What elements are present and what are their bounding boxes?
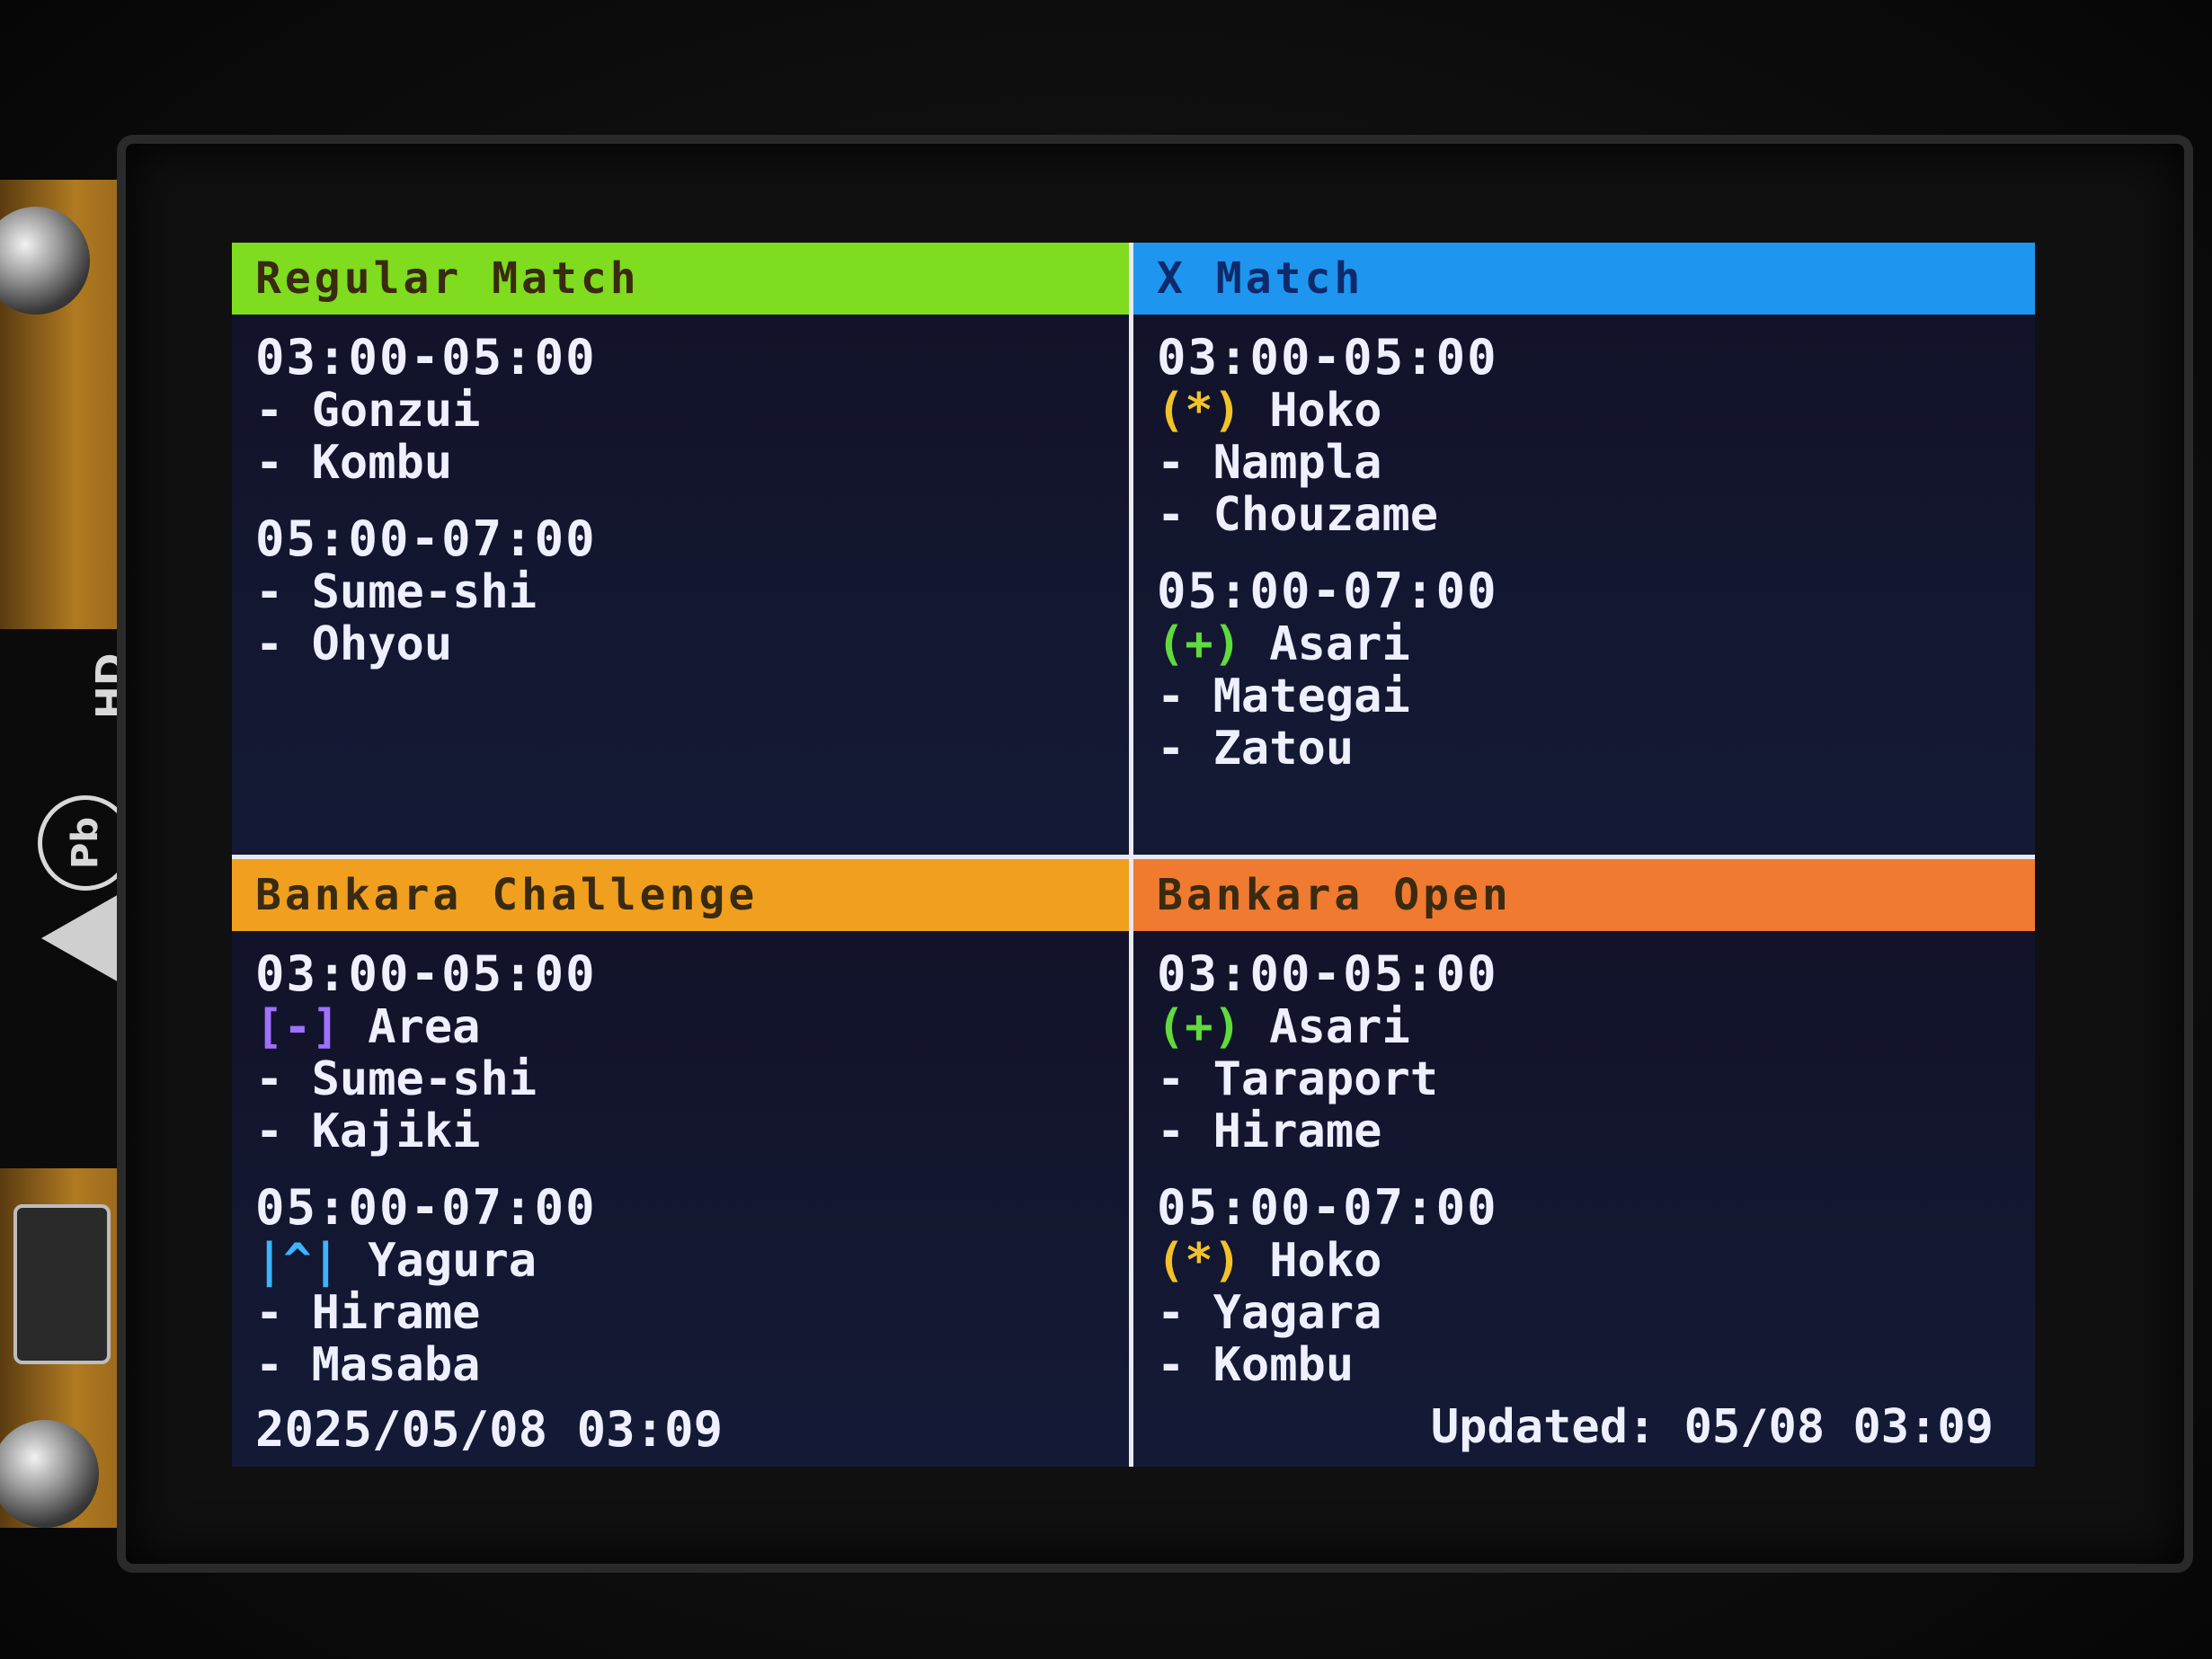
panel-body-regular: 03:00-05:00- Gonzui - Kombu 05:00-07:00- S… [232,315,1129,710]
slot-time: 03:00-05:00 [255,945,597,1002]
stage-name: - Chouzame [1157,488,1439,542]
schedule-slot: 03:00-05:00 (+) Asari - Taraport - Hirame [1157,947,2012,1158]
current-datetime: 2025/05/08 03:09 [255,1401,724,1458]
slot-time: 05:00-07:00 [1157,1179,1498,1236]
stage-name: - Zatou [1157,722,1355,776]
stage-name: - Nampla [1157,436,1382,490]
slot-time: 05:00-07:00 [255,510,597,567]
slot-time: 03:00-05:00 [255,329,597,386]
updated-timestamp: Updated: 05/08 03:09 [1430,1400,1994,1454]
rule-name: Hoko [1269,1234,1382,1288]
rule-name: Asari [1269,617,1410,671]
rule-icon: |^| [255,1234,340,1288]
stage-name: - Masaba [255,1338,481,1392]
slot-rule: (+) Asari [1157,618,2012,670]
stage-name: - Yagara [1157,1286,1382,1340]
stage-name: - Kombu [255,436,453,490]
stage-name: - Kombu [1157,1338,1355,1392]
panel-bankara-open: Bankara Open 03:00-05:00 (+) Asari - Tarap… [1133,855,2035,1467]
stage-name: - Sume-shi [255,1052,537,1106]
stage-name: - Hirame [1157,1105,1382,1158]
stage-name: - Sume-shi [255,565,537,619]
slot-time: 03:00-05:00 [1157,329,1498,386]
panel-header-challenge: Bankara Challenge [232,859,1129,931]
stage-name: - Mategai [1157,670,1410,723]
slot-rule: (+) Asari [1157,1001,2012,1053]
lcd-screen: Regular Match 03:00-05:00- Gonzui - Kombu… [232,243,2035,1467]
schedule-slot: 05:00-07:00 (+) Asari - Mategai - Zatou [1157,563,2012,776]
slot-time: 05:00-07:00 [1157,563,1498,619]
schedule-slot: 03:00-05:00- Gonzui - Kombu [255,329,1106,490]
slot-time: 03:00-05:00 [1157,945,1498,1002]
rule-name: Hoko [1269,384,1382,438]
schedule-grid: Regular Match 03:00-05:00- Gonzui - Kombu… [232,243,2035,1467]
panel-x-match: X Match 03:00-05:00 (*) Hoko - Nampla - Cho… [1133,243,2035,855]
rule-name: Area [368,1000,481,1054]
slot-rule: (*) Hoko [1157,385,2012,437]
slot-rule: (*) Hoko [1157,1235,2012,1287]
slot-time: 05:00-07:00 [255,1179,597,1236]
panel-body-open: 03:00-05:00 (+) Asari - Taraport - Hirame 05… [1133,931,2035,1431]
slot-rule: [-] Area [255,1001,1106,1053]
rule-name: Yagura [368,1234,537,1288]
panel-bankara-challenge: Bankara Challenge 03:00-05:00 [-] Area - S… [232,855,1133,1467]
stage-name: - Taraport [1157,1052,1439,1106]
rule-icon: (*) [1157,384,1241,438]
rule-icon: (*) [1157,1234,1241,1288]
panel-regular-match: Regular Match 03:00-05:00- Gonzui - Kombu… [232,243,1133,855]
panel-header-regular: Regular Match [232,243,1129,315]
panel-body-x: 03:00-05:00 (*) Hoko - Nampla - Chouzame 05:… [1133,315,2035,814]
stage-name: - Kajiki [255,1105,481,1158]
rule-icon: (+) [1157,617,1241,671]
device-board: HD Pb Regular Match 03:00-05:00- Gonzui -… [0,0,2212,1659]
esd-warning-icon [41,893,120,983]
schedule-slot: 03:00-05:00 [-] Area - Sume-shi - Kajiki [255,947,1106,1158]
stage-name: - Ohyou [255,617,453,671]
rule-icon: [-] [255,1000,340,1054]
rule-name: Asari [1269,1000,1410,1054]
rule-icon: (+) [1157,1000,1241,1054]
panel-body-challenge: 03:00-05:00 [-] Area - Sume-shi - Kajiki 05:… [232,931,1129,1431]
schedule-slot: 05:00-07:00- Sume-shi - Ohyou [255,510,1106,671]
stage-name: - Gonzui [255,384,481,438]
schedule-slot: 05:00-07:00 |^| Yagura - Hirame - Masaba [255,1179,1106,1392]
panel-header-x: X Match [1133,243,2035,315]
slot-rule: |^| Yagura [255,1235,1106,1287]
schedule-slot: 05:00-07:00 (*) Hoko - Yagara - Kombu [1157,1179,2012,1392]
stage-name: - Hirame [255,1286,481,1340]
onboard-component [13,1204,111,1364]
schedule-slot: 03:00-05:00 (*) Hoko - Nampla - Chouzame [1157,329,2012,542]
panel-header-open: Bankara Open [1133,859,2035,931]
